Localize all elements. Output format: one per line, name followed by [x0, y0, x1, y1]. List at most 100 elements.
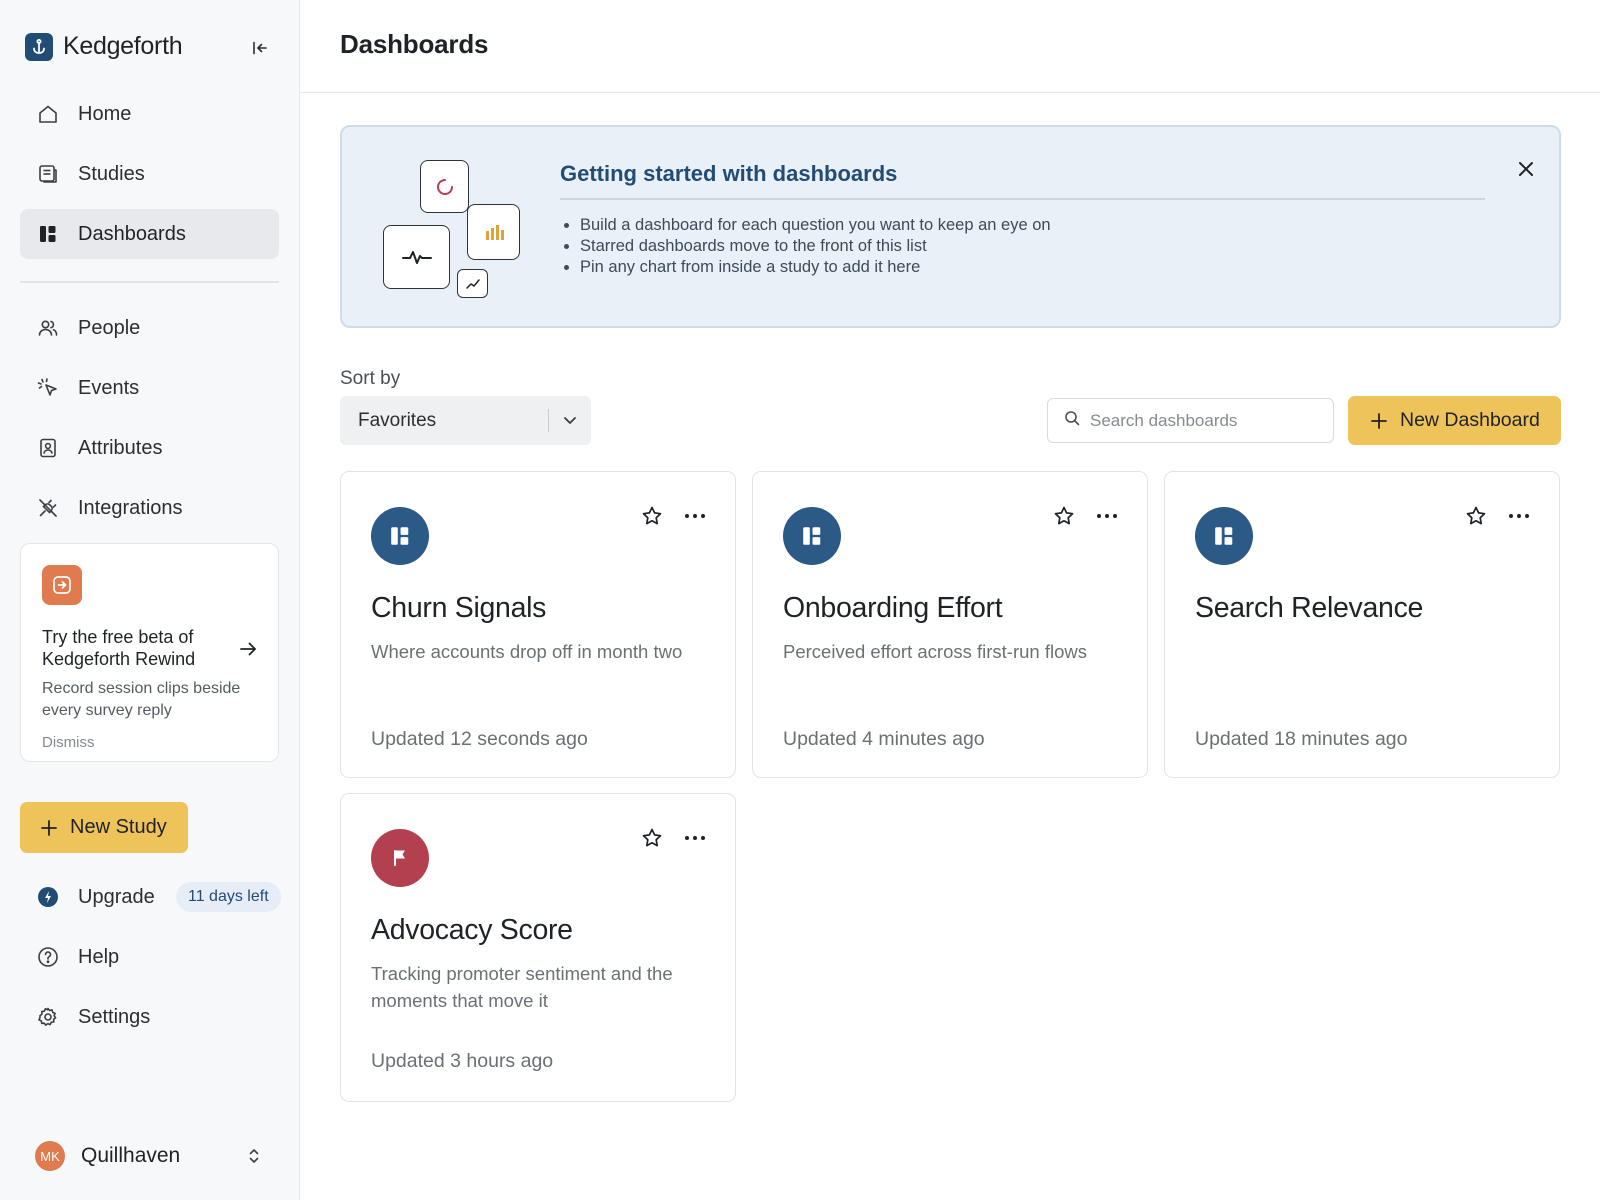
avatar: MK [35, 1141, 65, 1171]
search-icon [1064, 410, 1080, 431]
star-icon[interactable] [1052, 504, 1076, 528]
brand-name: Kedgeforth [63, 32, 183, 60]
sidebar-item-label: People [78, 316, 141, 339]
card-description: Tracking promoter sentiment and the mome… [371, 963, 673, 1011]
promo-dismiss-link[interactable]: Dismiss [42, 734, 95, 751]
studies-icon [36, 162, 60, 186]
dashboard-icon [783, 507, 841, 565]
sidebar-item-events[interactable]: Events [20, 363, 279, 413]
new-dashboard-label: New Dashboard [1400, 409, 1540, 431]
sort-label: Sort by [340, 368, 401, 389]
bar-chart-icon [467, 204, 520, 260]
dashboard-card[interactable]: Advocacy Score Tracking promoter sentime… [340, 793, 736, 1102]
sidebar-item-label: Events [78, 376, 140, 399]
star-icon[interactable] [640, 826, 664, 850]
chevron-down-icon [560, 409, 580, 436]
star-icon[interactable] [640, 504, 664, 528]
star-icon[interactable] [1464, 504, 1488, 528]
collapse-left-icon[interactable] [248, 36, 272, 60]
card-description: Perceived effort across first-run flows [783, 641, 1087, 662]
card-title: Advocacy Score [371, 914, 573, 946]
more-options-icon[interactable] [1505, 504, 1533, 528]
dashboard-card[interactable]: Search Relevance Updated 18 minutes ago [1164, 471, 1560, 778]
plus-icon [1371, 412, 1387, 429]
dashboard-card[interactable]: Churn Signals Where accounts drop off in… [340, 471, 736, 778]
sidebar-item-upgrade[interactable]: Upgrade [20, 872, 180, 922]
plus-icon [41, 819, 57, 836]
sidebar-item-studies[interactable]: Studies [20, 149, 279, 199]
more-options-icon[interactable] [1093, 504, 1121, 528]
workspace-switcher[interactable]: MK Quillhaven [35, 1140, 275, 1172]
people-icon [36, 316, 60, 340]
rewind-icon [42, 565, 82, 605]
sidebar-item-label: Help [78, 945, 120, 968]
new-study-button[interactable]: New Study [20, 802, 188, 853]
close-icon[interactable] [1512, 155, 1540, 183]
more-options-icon[interactable] [681, 504, 709, 528]
banner-tips: Build a dashboard for each question you … [580, 215, 1051, 278]
card-updated: Updated 18 minutes ago [1195, 728, 1408, 750]
card-updated: Updated 3 hours ago [371, 1050, 554, 1072]
card-title: Onboarding Effort [783, 592, 1003, 624]
sidebar-item-label: Upgrade [78, 885, 155, 908]
new-dashboard-button[interactable]: New Dashboard [1348, 396, 1561, 445]
gear-icon [36, 1005, 60, 1029]
card-title: Churn Signals [371, 592, 547, 624]
new-study-label: New Study [70, 816, 167, 838]
dashboard-card[interactable]: Onboarding Effort Perceived effort acros… [752, 471, 1148, 778]
search-field[interactable] [1047, 398, 1334, 443]
dashboard-icon [1195, 507, 1253, 565]
card-updated: Updated 4 minutes ago [783, 728, 985, 750]
promo-card: Try the free beta of Kedgeforth Rewind R… [20, 543, 279, 762]
trial-days-badge: 11 days left [176, 882, 281, 912]
getting-started-banner: Getting started with dashboards Build a … [340, 125, 1561, 328]
sidebar-item-label: Integrations [78, 496, 183, 519]
more-options-icon[interactable] [681, 826, 709, 850]
chevron-up-down-icon [245, 1146, 263, 1171]
sidebar-divider [20, 281, 279, 283]
banner-tip: Build a dashboard for each question you … [580, 215, 1051, 236]
plug-icon [36, 496, 60, 520]
sidebar-item-people[interactable]: People [20, 303, 279, 353]
promo-title[interactable]: Try the free beta of Kedgeforth Rewind [42, 626, 242, 670]
select-separator [548, 409, 549, 432]
dashboard-icon [371, 507, 429, 565]
pulse-icon [383, 225, 450, 289]
sidebar-item-dashboards[interactable]: Dashboards [20, 209, 279, 259]
sort-value: Favorites [358, 409, 437, 431]
sidebar-item-label: Attributes [78, 436, 163, 459]
banner-title: Getting started with dashboards [560, 161, 898, 186]
sidebar-item-help[interactable]: Help [20, 932, 279, 982]
sort-select[interactable]: Favorites [340, 396, 591, 445]
banner-tip: Pin any chart from inside a study to add… [580, 257, 1051, 278]
sidebar-item-label: Studies [78, 162, 145, 185]
anchor-logo-icon [25, 32, 53, 61]
card-title: Search Relevance [1195, 592, 1424, 624]
trend-line-icon [457, 269, 488, 298]
help-icon [36, 945, 60, 969]
sidebar-item-label: Settings [78, 1005, 151, 1028]
workspace-name: Quillhaven [81, 1144, 181, 1167]
id-badge-icon [36, 436, 60, 460]
sidebar-item-label: Home [78, 102, 132, 125]
brand[interactable]: Kedgeforth [25, 32, 183, 61]
sidebar-item-label: Dashboards [78, 222, 186, 245]
banner-tip: Starred dashboards move to the front of … [580, 236, 1051, 257]
sidebar-item-attributes[interactable]: Attributes [20, 423, 279, 473]
dashboards-icon [36, 222, 60, 246]
bolt-icon [36, 885, 60, 909]
card-description: Where accounts drop off in month two [371, 641, 683, 662]
cursor-click-icon [36, 376, 60, 400]
sidebar-item-settings[interactable]: Settings [20, 992, 279, 1042]
sidebar: Kedgeforth Home Studies Dashboards Peopl… [0, 0, 300, 1200]
flag-icon [371, 829, 429, 887]
search-input[interactable] [1090, 410, 1320, 431]
sidebar-item-integrations[interactable]: Integrations [20, 483, 279, 533]
card-updated: Updated 12 seconds ago [371, 728, 588, 750]
loading-icon [420, 160, 469, 213]
banner-divider [560, 198, 1485, 200]
home-icon [36, 102, 60, 126]
sidebar-item-home[interactable]: Home [20, 89, 279, 139]
arrow-right-icon[interactable] [237, 638, 261, 662]
page-title: Dashboards [340, 29, 489, 59]
